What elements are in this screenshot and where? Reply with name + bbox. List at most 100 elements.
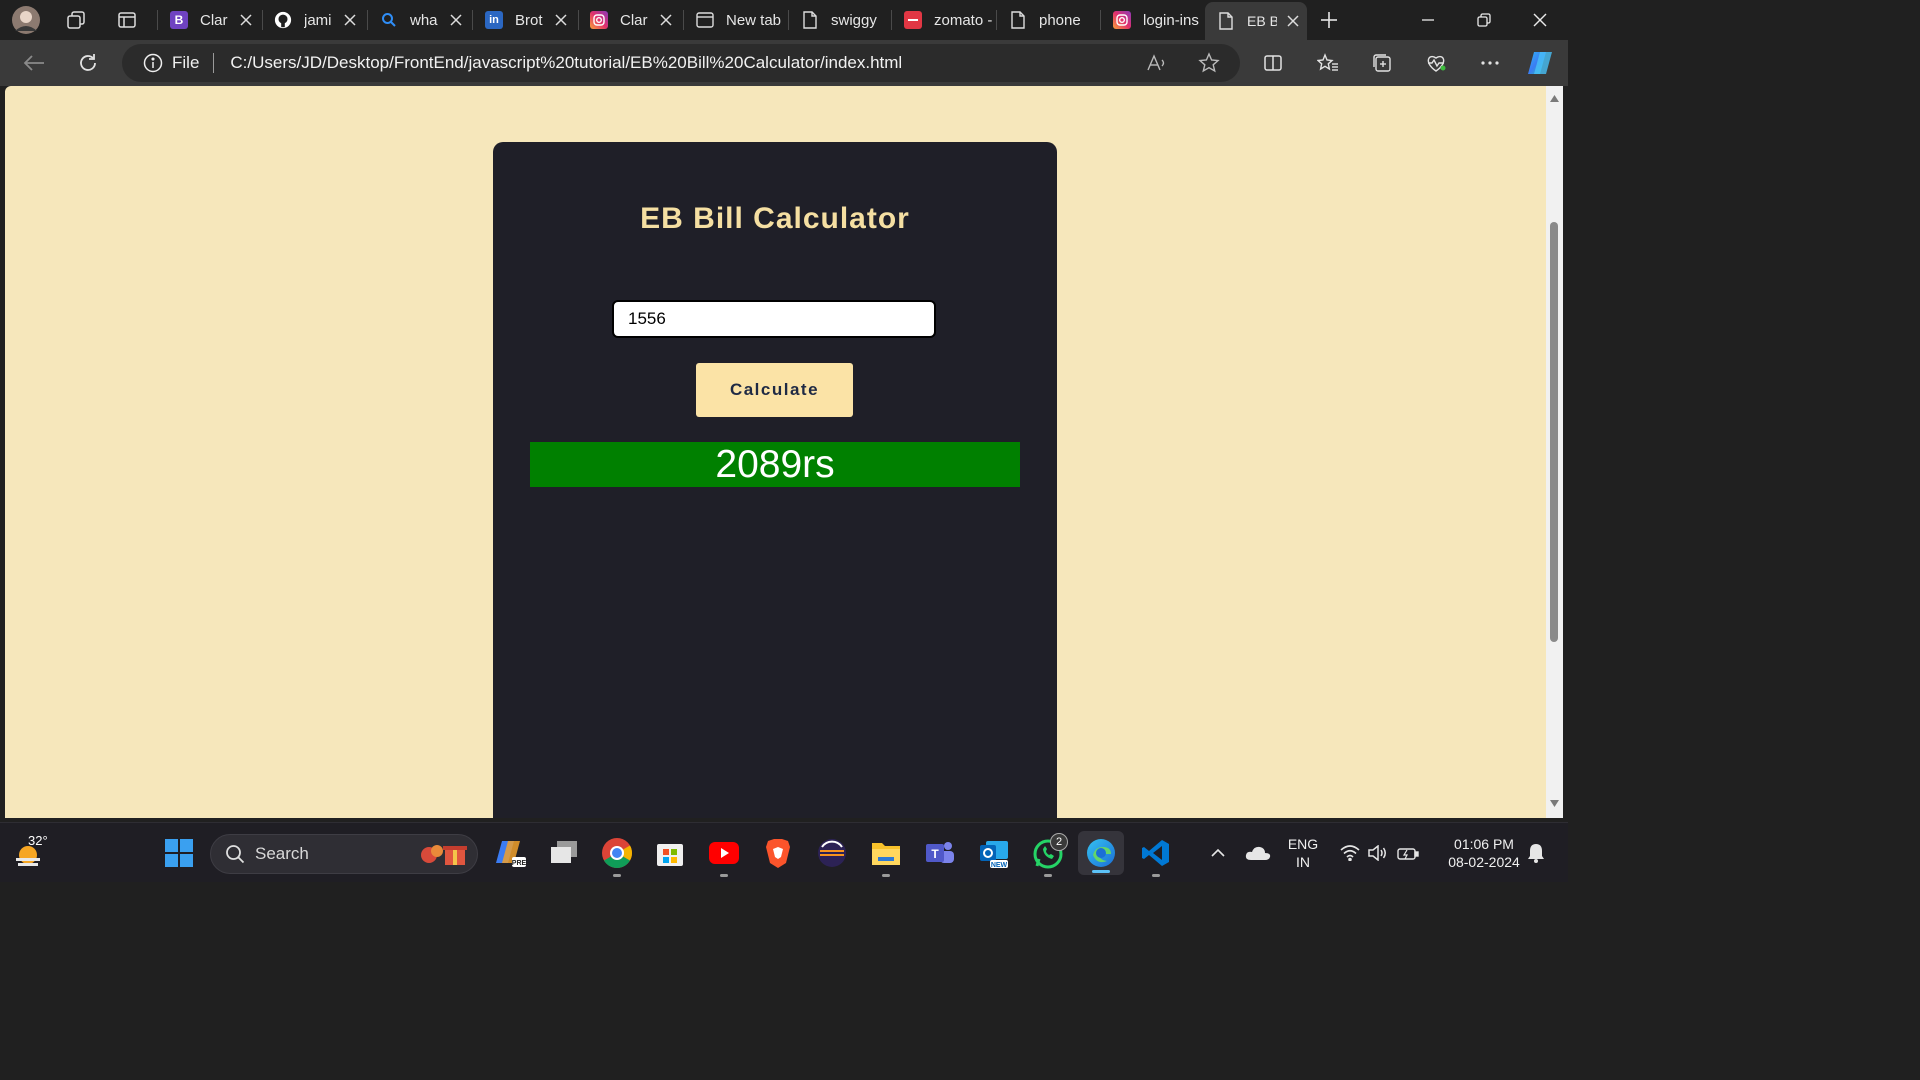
file-icon [801, 11, 819, 29]
close-icon[interactable] [1285, 13, 1301, 29]
edge-icon[interactable] [1078, 831, 1124, 875]
collections-icon[interactable] [1366, 47, 1398, 79]
calculator-card: EB Bill Calculator Calculate 2089rs [493, 142, 1057, 818]
tab-search[interactable]: wha [368, 4, 471, 36]
minimize-button[interactable] [1400, 0, 1456, 40]
vscode-icon[interactable] [1138, 835, 1174, 877]
tab-title: EB B [1247, 13, 1277, 29]
start-button[interactable] [161, 835, 197, 871]
tab-new-tab[interactable]: New tab [684, 4, 787, 36]
address-bar[interactable]: File C:/Users/JD/Desktop/FrontEnd/javasc… [122, 44, 1240, 82]
svg-text:PRE: PRE [512, 860, 526, 867]
running-indicator [613, 874, 621, 877]
weather-temp: 32° [28, 833, 48, 848]
tab-title: wha [410, 11, 438, 29]
scroll-up-arrow-icon[interactable] [1548, 92, 1561, 105]
close-icon[interactable] [342, 12, 358, 28]
tab-title: Brot [515, 11, 543, 29]
language-indicator[interactable]: ENG IN [1282, 835, 1324, 871]
onedrive-icon[interactable] [1240, 835, 1276, 871]
tab-phone[interactable]: phone [997, 4, 1100, 36]
calculate-button[interactable]: Calculate [696, 363, 853, 417]
tab-github[interactable]: jami [262, 4, 365, 36]
instagram-icon [590, 11, 608, 29]
scheme-label: File [172, 53, 200, 72]
gift-decoration-icon [419, 841, 469, 872]
file-icon [1217, 12, 1235, 30]
tab-instagram[interactable]: Clar [578, 4, 681, 36]
info-icon[interactable] [142, 52, 164, 74]
running-indicator [1152, 874, 1160, 877]
refresh-button[interactable] [72, 47, 104, 79]
tab-title: Clar [200, 11, 228, 29]
page-viewport: EB Bill Calculator Calculate 2089rs [5, 86, 1546, 818]
profile-avatar[interactable] [10, 4, 42, 36]
zomato-icon [904, 11, 922, 29]
eclipse-icon[interactable] [814, 835, 850, 871]
copilot-taskbar-icon[interactable]: PRE [492, 835, 528, 871]
tab-zomato[interactable]: zomato - [892, 4, 995, 36]
taskbar-search[interactable]: Search [210, 834, 478, 874]
copilot-icon[interactable] [1524, 47, 1556, 79]
restore-button[interactable] [1456, 0, 1512, 40]
tab-login-instagram[interactable]: login-ins [1101, 4, 1204, 36]
page-title: EB Bill Calculator [640, 202, 910, 235]
browser-essentials-icon[interactable] [1420, 47, 1452, 79]
bill-result: 2089rs [530, 442, 1020, 487]
close-icon[interactable] [448, 12, 464, 28]
more-options-icon[interactable] [1474, 47, 1506, 79]
tab-bootstrap[interactable]: B Clar [158, 4, 261, 36]
linkedin-icon: in [485, 11, 503, 29]
region-label: IN [1296, 854, 1310, 870]
tab-actions-icon[interactable] [111, 4, 143, 36]
scrollbar-thumb[interactable] [1550, 222, 1558, 642]
read-aloud-icon[interactable] [1146, 52, 1168, 79]
workspaces-icon[interactable] [60, 4, 92, 36]
notification-bell-icon[interactable] [1518, 835, 1554, 871]
outlook-new-icon[interactable]: NEW [976, 835, 1012, 871]
show-hidden-icons-chevron-icon[interactable] [1200, 835, 1236, 871]
tab-title: phone [1039, 11, 1081, 29]
tab-linkedin[interactable]: in Brot [473, 4, 576, 36]
youtube-icon[interactable] [706, 835, 742, 877]
tab-title: Clar [620, 11, 648, 29]
battery-icon[interactable] [1390, 835, 1426, 871]
vertical-scrollbar[interactable] [1546, 86, 1563, 818]
whatsapp-icon[interactable]: 2 [1030, 833, 1068, 877]
favorites-icon[interactable] [1312, 47, 1344, 79]
divider [213, 53, 215, 73]
close-window-button[interactable] [1512, 0, 1568, 40]
tab-swiggy[interactable]: swiggy [789, 4, 892, 36]
tab-title: swiggy [831, 11, 877, 29]
split-screen-icon[interactable] [1257, 47, 1289, 79]
back-button[interactable] [18, 47, 50, 79]
file-explorer-icon[interactable] [868, 835, 904, 877]
navigation-bar: File C:/Users/JD/Desktop/FrontEnd/javasc… [0, 40, 1568, 86]
search-label: Search [255, 844, 309, 863]
search-icon [225, 844, 245, 864]
instagram-icon [1113, 11, 1131, 29]
new-tab-button[interactable] [1313, 4, 1345, 36]
weather-widget[interactable]: 32° [6, 833, 56, 871]
tab-title: login-ins [1143, 11, 1199, 29]
brave-icon[interactable] [760, 835, 796, 871]
tab-title: New tab [726, 11, 782, 29]
language-label: ENG [1287, 836, 1319, 852]
favorite-star-icon[interactable] [1198, 52, 1220, 79]
svg-text:NEW: NEW [991, 862, 1008, 869]
close-icon[interactable] [553, 12, 569, 28]
task-view-icon[interactable] [546, 835, 582, 871]
close-icon[interactable] [238, 12, 254, 28]
microsoft-store-icon[interactable] [652, 835, 688, 871]
scroll-down-arrow-icon[interactable] [1548, 797, 1561, 810]
tab-eb-bill[interactable]: EB B [1205, 2, 1307, 40]
active-indicator [1092, 870, 1110, 873]
running-indicator [720, 874, 728, 877]
close-icon[interactable] [658, 12, 674, 28]
search-icon [380, 11, 398, 29]
chrome-icon[interactable] [599, 835, 635, 877]
url-text[interactable]: C:/Users/JD/Desktop/FrontEnd/javascript%… [230, 53, 902, 73]
units-input[interactable] [612, 300, 936, 338]
running-indicator [1044, 874, 1052, 877]
teams-icon[interactable]: T [922, 835, 958, 871]
